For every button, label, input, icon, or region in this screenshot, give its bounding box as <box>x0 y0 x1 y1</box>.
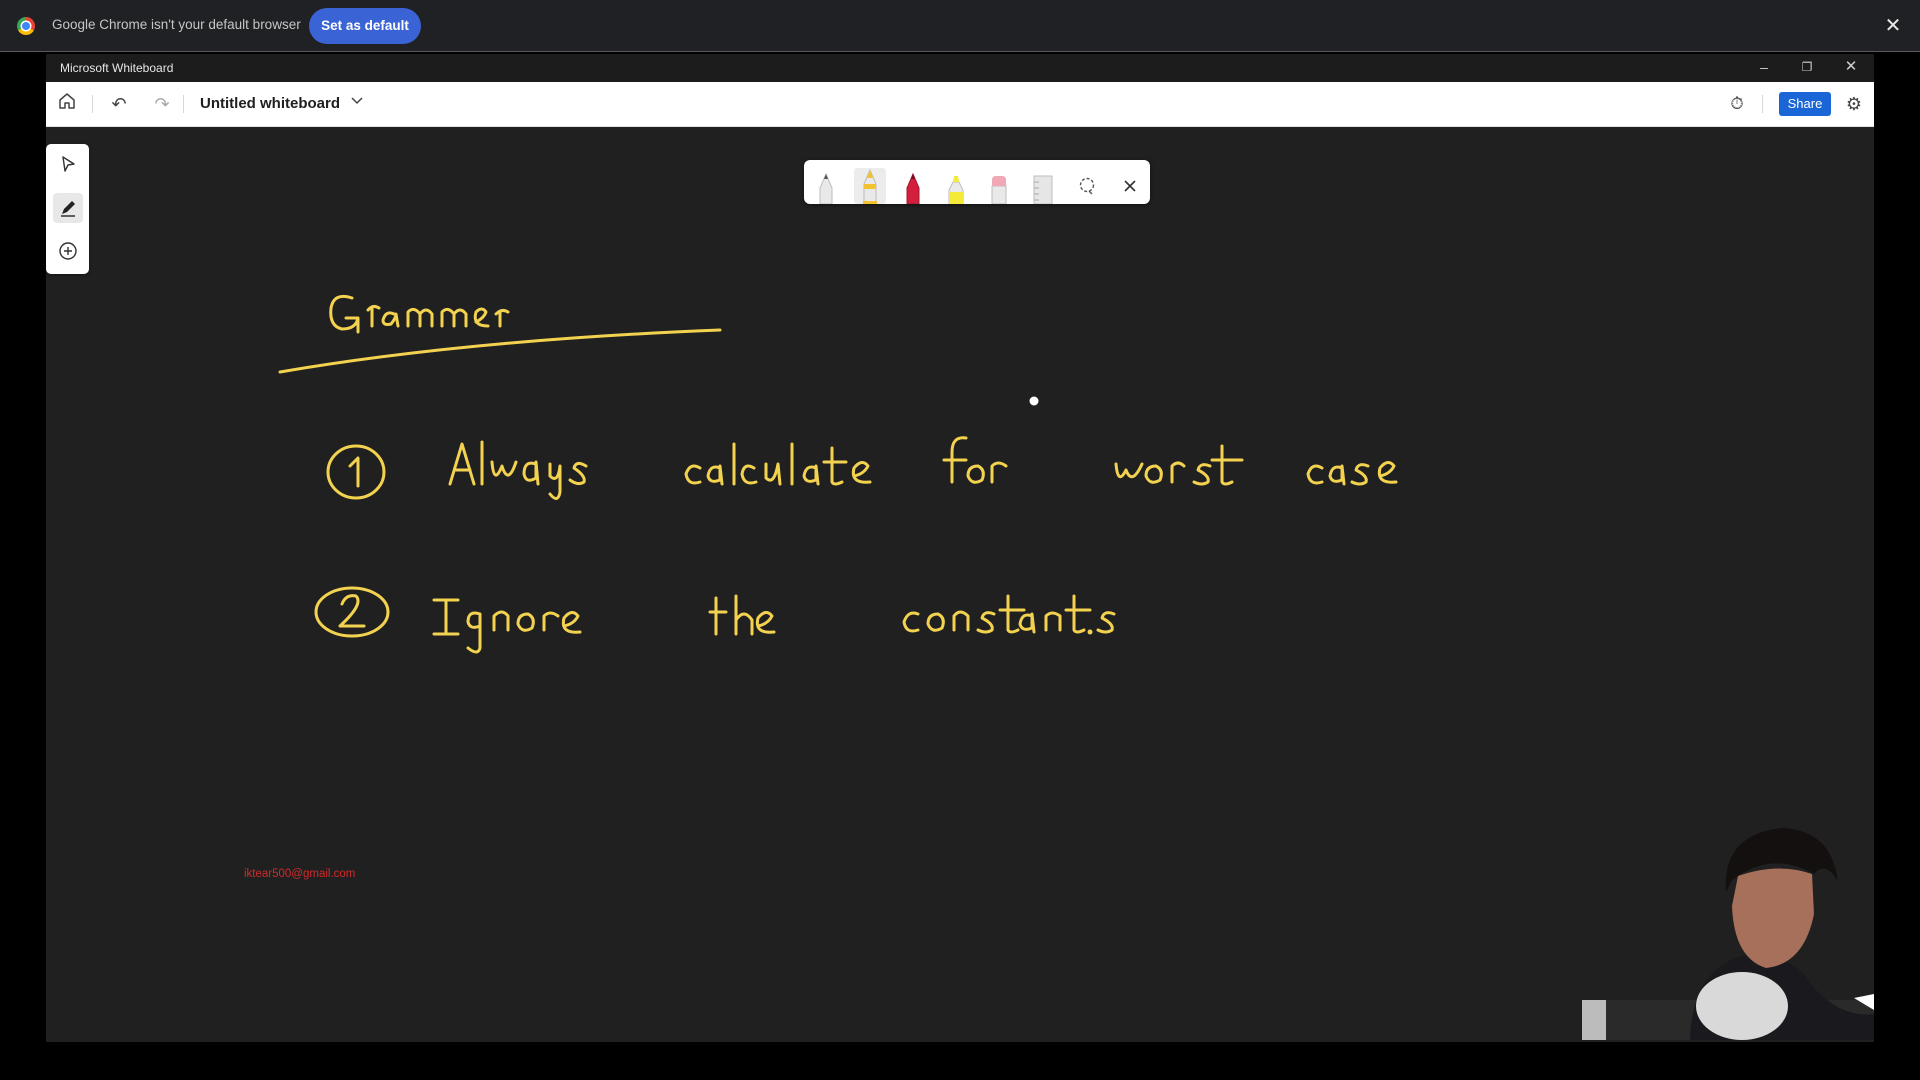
infobar-message: Google Chrome isn't your default browser <box>52 17 301 32</box>
ink-dots <box>1087 629 1093 635</box>
gear-icon[interactable]: ⚙ <box>1841 92 1867 116</box>
close-icon[interactable]: ✕ <box>1836 56 1866 78</box>
board-title[interactable]: Untitled whiteboard <box>200 95 340 112</box>
chrome-logo-icon <box>17 17 35 35</box>
chevron-down-icon[interactable] <box>350 93 364 110</box>
handwriting-line-1 <box>326 436 1398 500</box>
timer-icon[interactable]: ⏱ <box>1724 92 1750 116</box>
webcam-microphone <box>1696 972 1788 1040</box>
email-watermark: iktear500@gmail.com <box>244 868 356 880</box>
app-title: Microsoft Whiteboard <box>60 61 174 75</box>
handwriting-title <box>278 294 722 374</box>
window-titlebar[interactable] <box>46 54 1874 82</box>
infobar-divider <box>0 51 1920 52</box>
redo-icon[interactable]: ↷ <box>149 92 175 116</box>
toolbar-separator <box>183 95 184 113</box>
restore-icon[interactable]: ❐ <box>1792 56 1822 78</box>
set-as-default-button[interactable]: Set as default <box>309 8 421 44</box>
home-icon[interactable] <box>54 92 80 116</box>
share-button[interactable]: Share <box>1779 92 1831 116</box>
handwriting-line-2 <box>314 586 1116 654</box>
undo-icon[interactable]: ↶ <box>106 92 132 116</box>
close-icon[interactable]: ✕ <box>1880 13 1906 39</box>
toolbar-separator <box>92 95 93 113</box>
toolbar-separator <box>1762 95 1763 113</box>
minimize-icon[interactable]: – <box>1749 56 1779 78</box>
pen-cursor <box>1029 396 1039 406</box>
webcam-overlay <box>1582 818 1874 1040</box>
